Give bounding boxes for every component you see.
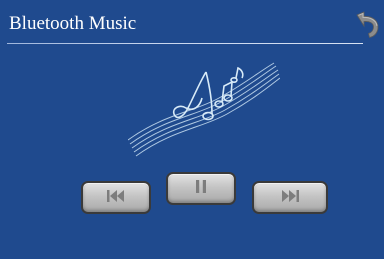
music-notes-staff-icon (127, 62, 281, 158)
header-divider (7, 43, 363, 44)
previous-track-button[interactable] (81, 181, 151, 214)
bluetooth-music-screen: Bluetooth Music (0, 0, 384, 259)
next-track-button[interactable] (252, 181, 328, 214)
next-track-icon (281, 189, 299, 207)
back-arrow-icon (350, 8, 382, 40)
back-button[interactable] (350, 8, 382, 40)
previous-track-icon (107, 189, 125, 207)
page-title: Bluetooth Music (9, 13, 137, 34)
pause-icon (196, 179, 206, 198)
header-bar: Bluetooth Music (0, 0, 384, 46)
pause-button[interactable] (166, 172, 236, 205)
